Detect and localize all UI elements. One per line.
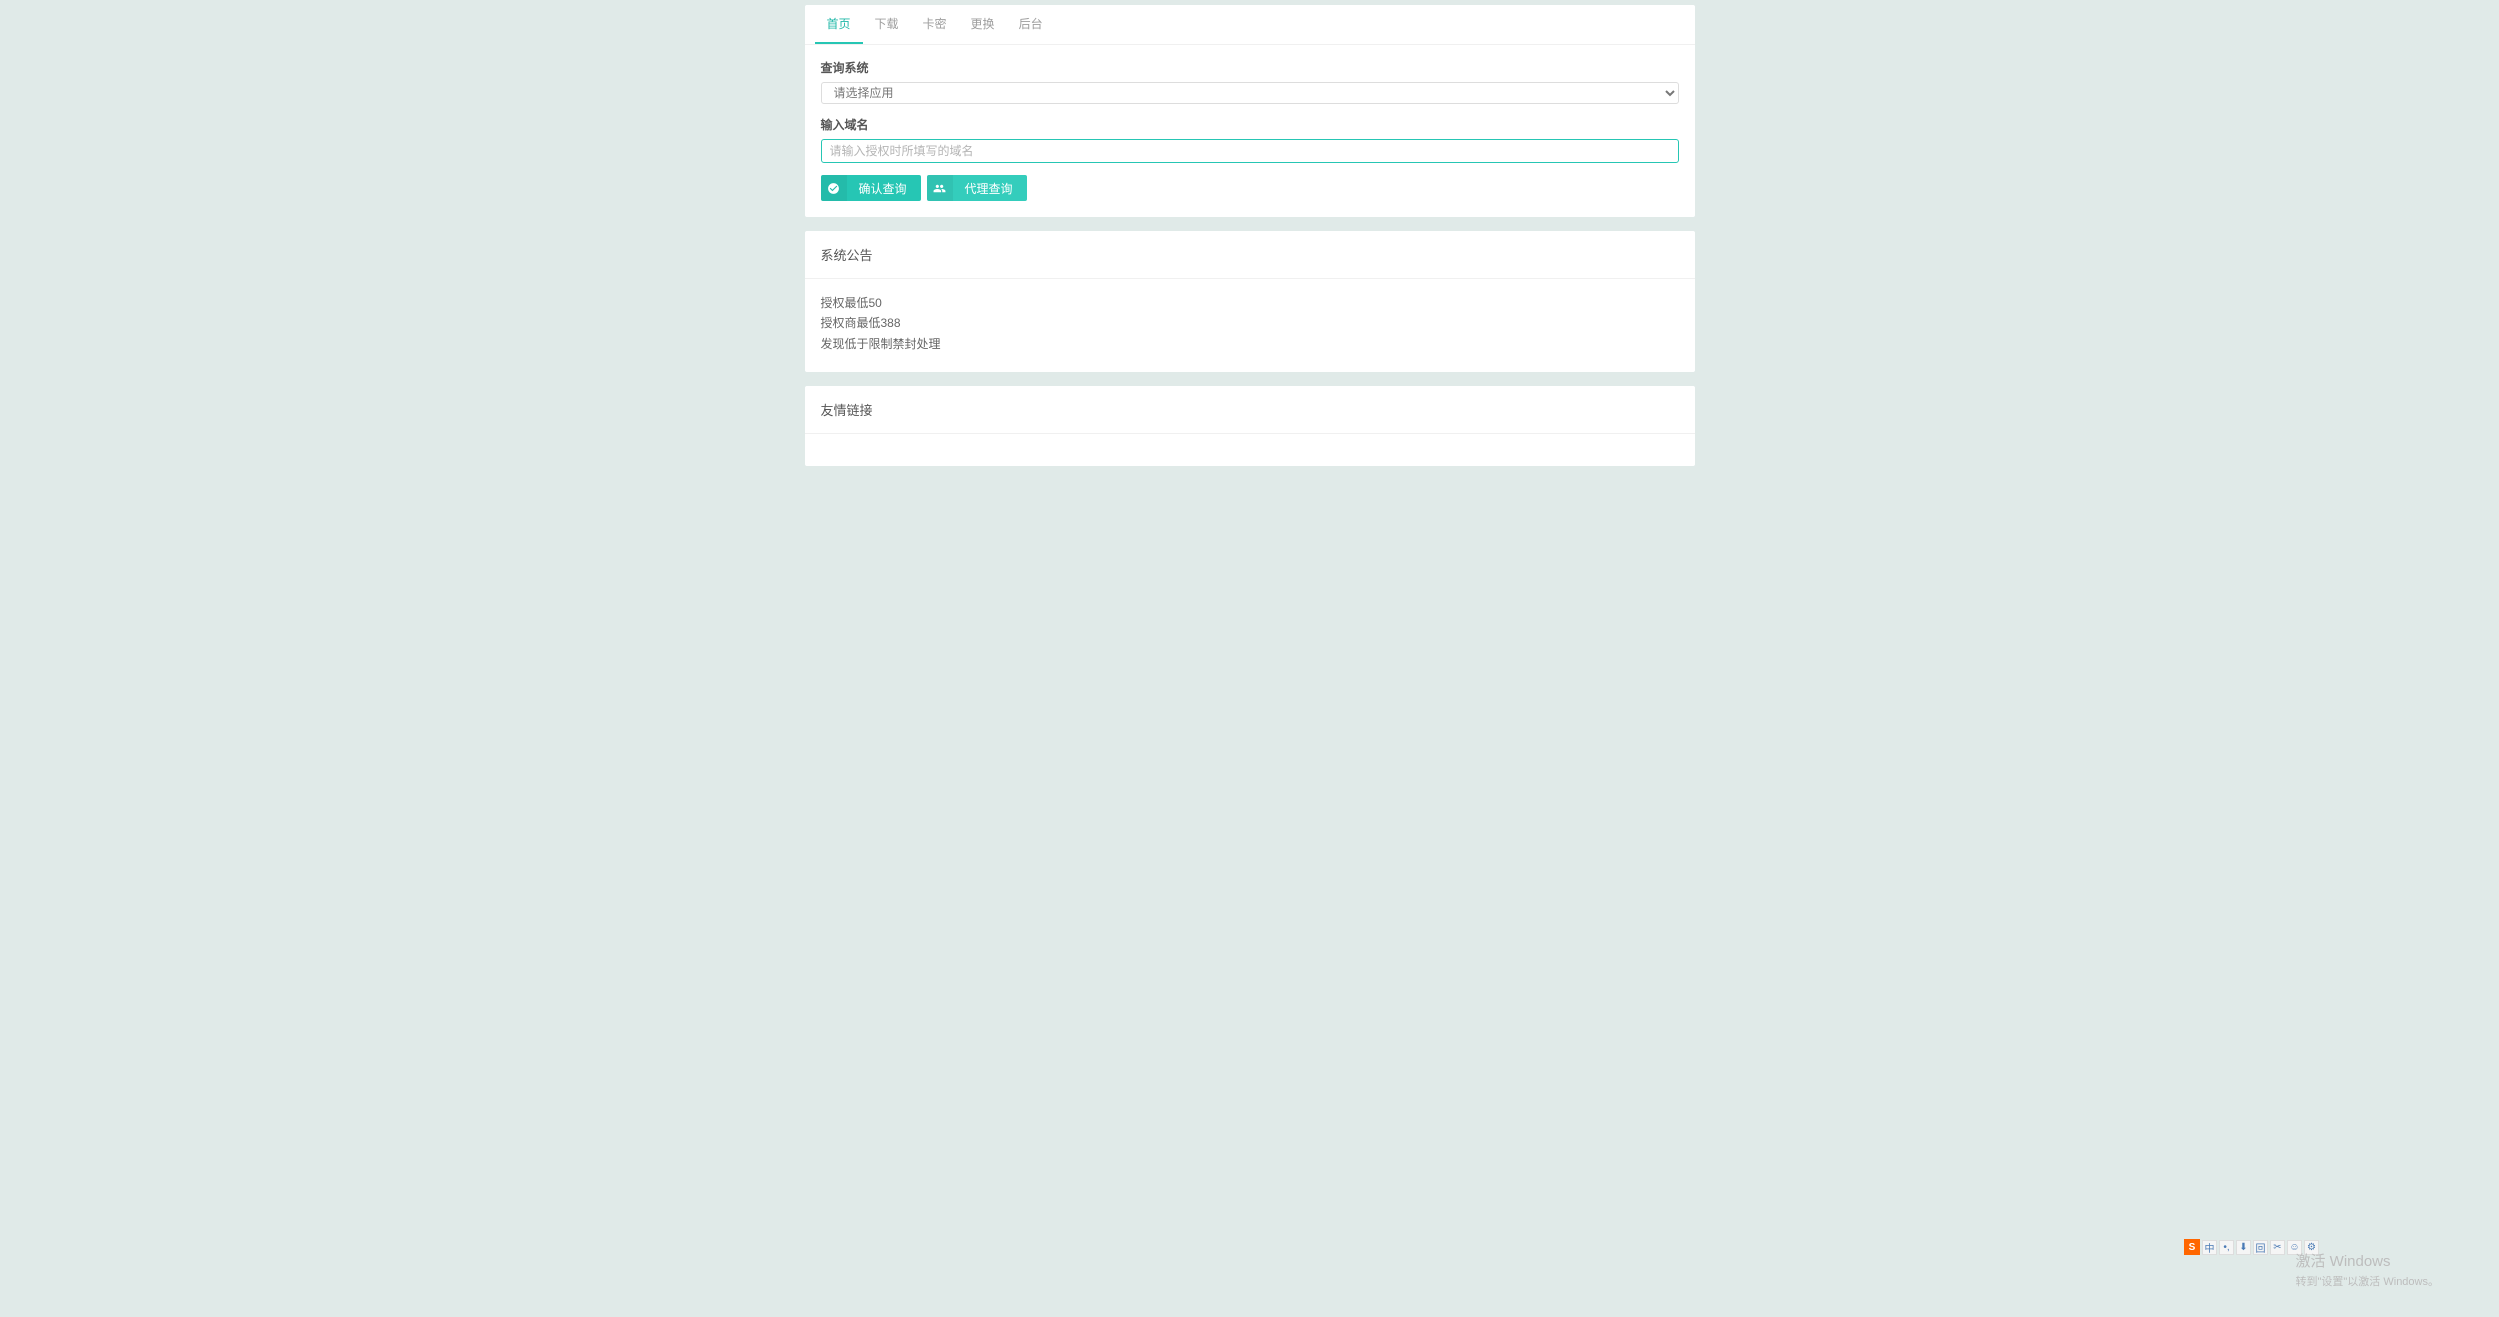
announcement-card: 系统公告 授权最低50 授权商最低388 发现低于限制禁封处理: [805, 231, 1695, 372]
ime-down-icon[interactable]: ⬇: [2236, 1240, 2251, 1255]
announcement-body: 授权最低50 授权商最低388 发现低于限制禁封处理: [805, 279, 1695, 372]
tab-admin[interactable]: 后台: [1007, 5, 1055, 44]
ime-punct-icon[interactable]: •,: [2219, 1240, 2234, 1255]
domain-input[interactable]: [821, 139, 1679, 163]
tab-home[interactable]: 首页: [815, 5, 863, 44]
main-card: 首页 下载 卡密 更换 后台 查询系统 请选择应用 输入域名: [805, 5, 1695, 217]
ime-face-icon[interactable]: ☺: [2287, 1240, 2302, 1255]
button-row: 确认查询 代理查询: [821, 175, 1679, 201]
announcement-line: 发现低于限制禁封处理: [821, 334, 1679, 354]
announcement-line: 授权商最低388: [821, 313, 1679, 333]
tab-bar: 首页 下载 卡密 更换 后台: [805, 5, 1695, 45]
windows-activation-watermark: 激活 Windows 转到"设置"以激活 Windows。: [2296, 1250, 2440, 1289]
friendlinks-title: 友情链接: [805, 386, 1695, 434]
ime-logo-icon[interactable]: S: [2184, 1239, 2200, 1255]
ime-keyboard-icon[interactable]: 回: [2253, 1240, 2268, 1255]
ime-toolbar: S 中 •, ⬇ 回 ✂ ☺ ⚙: [2184, 1239, 2319, 1255]
announcement-title: 系统公告: [805, 231, 1695, 279]
announcement-line: 授权最低50: [821, 293, 1679, 313]
agent-query-button[interactable]: 代理查询: [927, 175, 1027, 201]
tab-replace[interactable]: 更换: [959, 5, 1007, 44]
agent-query-label: 代理查询: [953, 180, 1027, 197]
friendlinks-body: [805, 434, 1695, 466]
system-label: 查询系统: [821, 59, 1679, 76]
watermark-subtitle: 转到"设置"以激活 Windows。: [2296, 1273, 2440, 1289]
tab-download[interactable]: 下载: [863, 5, 911, 44]
ime-lang-icon[interactable]: 中: [2202, 1240, 2217, 1255]
ime-settings-icon[interactable]: ⚙: [2304, 1240, 2319, 1255]
domain-label: 输入域名: [821, 116, 1679, 133]
ime-scissors-icon[interactable]: ✂: [2270, 1240, 2285, 1255]
people-icon: [927, 175, 953, 201]
friendlinks-card: 友情链接: [805, 386, 1695, 466]
system-select[interactable]: 请选择应用: [821, 82, 1679, 104]
confirm-query-label: 确认查询: [847, 180, 921, 197]
tab-card-key[interactable]: 卡密: [911, 5, 959, 44]
check-circle-icon: [821, 175, 847, 201]
confirm-query-button[interactable]: 确认查询: [821, 175, 921, 201]
form-body: 查询系统 请选择应用 输入域名 确认查询: [805, 45, 1695, 217]
